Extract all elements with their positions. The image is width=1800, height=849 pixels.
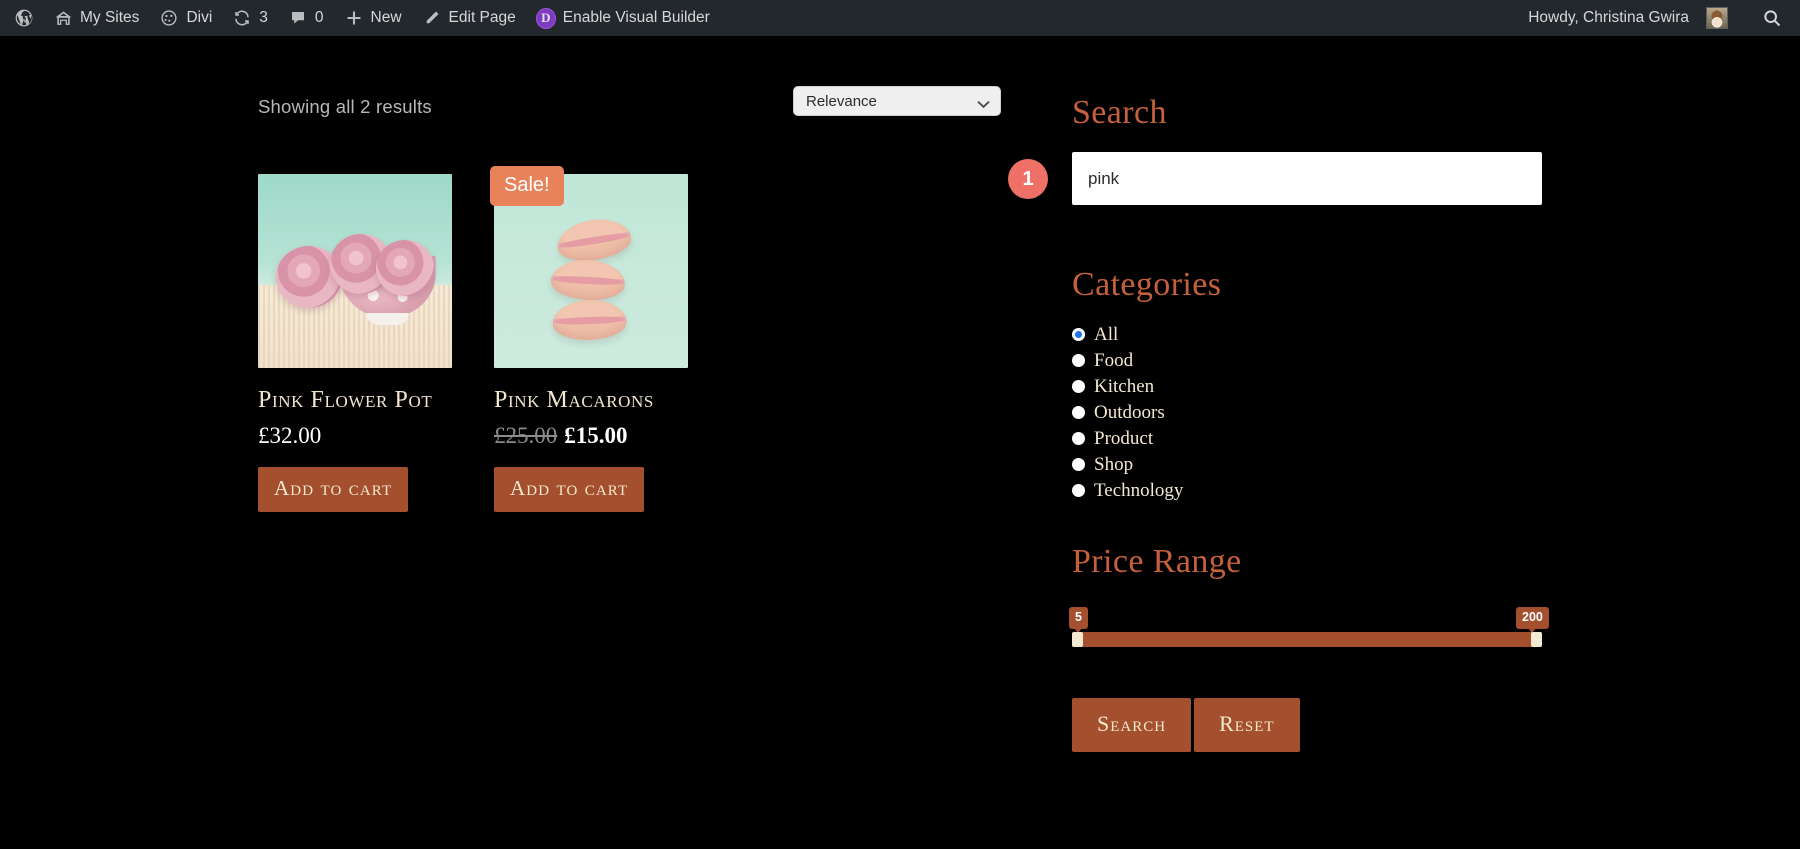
category-item-product[interactable]: Product [1072,425,1542,451]
divi-badge-icon: D [535,7,556,29]
admin-bar-item-edit-page[interactable]: Edit Page [412,0,526,36]
search-icon[interactable] [1752,0,1792,36]
category-list: All Food Kitchen Outdoors Product Shop T… [1072,321,1542,503]
add-to-cart-button[interactable]: Add to cart [494,467,645,512]
product-title[interactable]: Pink Flower Pot [258,388,452,412]
admin-bar-item-new[interactable]: New [334,0,412,36]
product-card[interactable]: Pink Flower Pot £32.00 Add to cart [258,174,452,512]
wp-admin-bar: My Sites Divi 3 0 New Edit Page D Enable… [0,0,1800,36]
category-radio-kitchen[interactable] [1072,379,1085,393]
wordpress-logo-icon [14,8,34,28]
category-radio-outdoors[interactable] [1072,405,1085,419]
price-max-tooltip: 200 [1516,607,1549,629]
price-range-heading: Price Range [1072,543,1242,580]
category-radio-all[interactable] [1072,327,1085,341]
category-item-food[interactable]: Food [1072,347,1542,373]
product-thumbnail-wrap[interactable]: Sale! [490,166,688,368]
result-count: Showing all 2 results [258,96,432,117]
product-price: £32.00 [258,423,322,448]
divi-icon [159,8,179,28]
search-field-row: 1 [1008,152,1542,205]
category-radio-technology[interactable] [1072,483,1085,497]
admin-bar-left-group: My Sites Divi 3 0 New Edit Page D Enable… [0,0,720,36]
product-grid: Pink Flower Pot £32.00 Add to cart Sale! [258,166,688,512]
pencil-icon [422,8,442,28]
price-min-tooltip: 5 [1069,607,1088,629]
category-label: Product [1094,427,1154,449]
howdy-label: Howdy, Christina Gwira [1528,9,1689,26]
admin-bar-label-updates-count: 3 [259,9,268,27]
category-radio-product[interactable] [1072,431,1085,445]
product-filter-sidebar: Search 1 Categories All Food Kitchen Out… [1008,94,1549,752]
category-item-kitchen[interactable]: Kitchen [1072,373,1542,399]
admin-bar-label-enable-visual-builder: Enable Visual Builder [562,9,710,27]
price-slider-handle-min[interactable] [1072,632,1083,647]
category-label: All [1094,323,1119,345]
wordpress-logo-button[interactable] [4,0,43,36]
categories-heading: Categories [1072,266,1222,303]
category-item-technology[interactable]: Technology [1072,477,1542,503]
admin-bar-item-updates[interactable]: 3 [222,0,278,36]
price-range-slider[interactable]: 5 200 [1069,607,1549,647]
orderby-select[interactable]: Relevance [793,86,1001,116]
updates-icon [232,8,252,28]
divi-badge-letter: D [535,7,556,29]
page-body: Showing all 2 results Relevance Pink Flo… [0,36,1800,849]
category-label: Food [1094,349,1134,371]
product-card[interactable]: Sale! Pink Macarons £25.00 £15.00 Add to… [490,166,688,512]
category-label: Technology [1094,479,1184,501]
price-slider-handle-max[interactable] [1531,632,1542,647]
search-input[interactable] [1072,152,1542,205]
admin-bar-item-comments[interactable]: 0 [278,0,334,36]
product-title[interactable]: Pink Macarons [494,388,688,412]
admin-bar-label-comments-count: 0 [314,9,324,27]
category-radio-shop[interactable] [1072,457,1085,471]
product-price: £25.00 £15.00 [494,424,688,447]
category-label: Shop [1094,453,1134,475]
category-label: Outdoors [1094,401,1165,423]
admin-bar-label-new: New [370,9,402,27]
category-item-all[interactable]: All [1072,321,1542,347]
price-slider-track[interactable] [1072,632,1542,647]
search-heading: Search [1072,94,1167,131]
category-item-shop[interactable]: Shop [1072,451,1542,477]
admin-bar-label-edit-page: Edit Page [448,9,516,27]
product-thumbnail-wrap[interactable] [258,174,452,368]
comment-icon [288,8,308,28]
sale-badge: Sale! [490,166,564,206]
filter-buttons: Search Reset [1072,698,1542,752]
product-regular-price: £25.00 [494,423,558,448]
admin-bar-item-my-sites[interactable]: My Sites [43,0,149,36]
reset-button[interactable]: Reset [1194,698,1300,752]
admin-bar-right-group: Howdy, Christina Gwira [1518,0,1800,36]
admin-bar-item-enable-visual-builder[interactable]: D Enable Visual Builder [526,0,720,36]
search-button[interactable]: Search [1072,698,1192,752]
category-radio-food[interactable] [1072,353,1085,367]
add-to-cart-button[interactable]: Add to cart [258,467,409,512]
avatar [1706,7,1728,29]
product-image-pink-flower-pot[interactable] [258,174,452,368]
admin-bar-label-my-sites: My Sites [80,9,140,27]
category-item-outdoors[interactable]: Outdoors [1072,399,1542,425]
step-badge: 1 [1008,159,1048,199]
sites-icon [53,8,73,28]
ordering-form: Relevance [793,86,1001,116]
admin-bar-my-account[interactable]: Howdy, Christina Gwira [1518,0,1738,36]
category-label: Kitchen [1094,375,1155,397]
admin-bar-item-divi[interactable]: Divi [149,0,222,36]
product-sale-price: £15.00 [564,423,628,448]
plus-icon [344,8,364,28]
admin-bar-label-divi: Divi [186,9,213,27]
